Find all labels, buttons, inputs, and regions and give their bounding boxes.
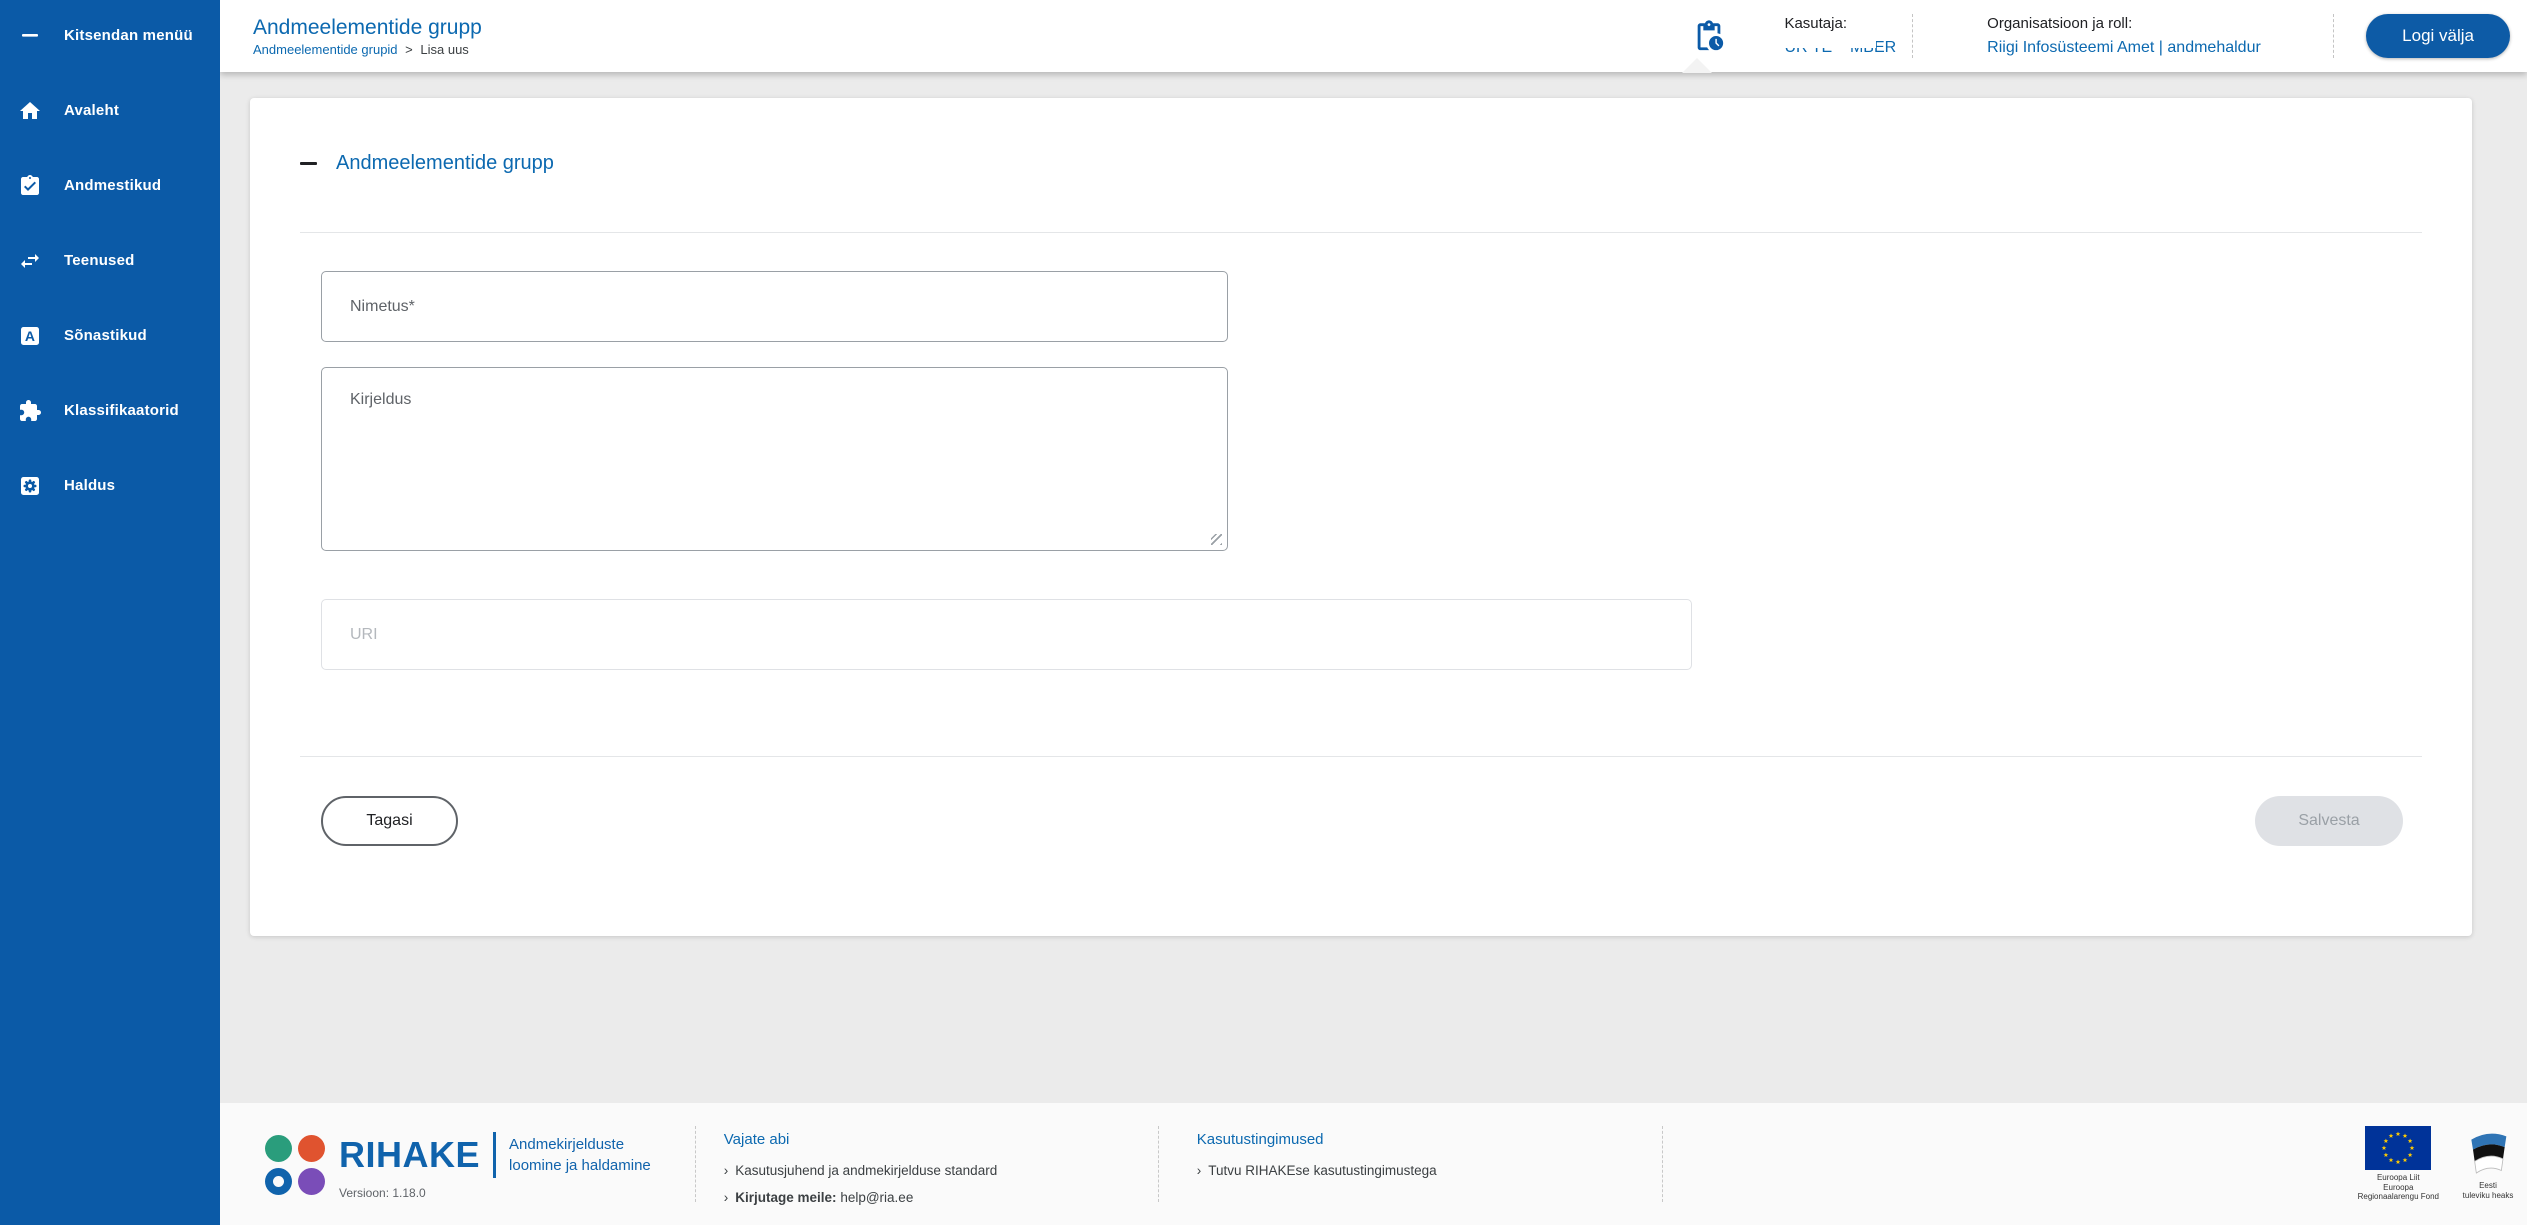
sidebar-collapse-label: Kitsendan menüü: [64, 26, 193, 44]
clipboard-check-icon: [18, 174, 42, 198]
logo-circle-purple: [298, 1168, 325, 1195]
divider: [300, 232, 2422, 233]
pending-actions-icon[interactable]: [1692, 18, 1726, 54]
puzzle-icon: [18, 399, 42, 423]
help-link-manual[interactable]: › Kasutusjuhend ja andmekirjelduse standa…: [724, 1157, 1130, 1184]
description-field: [321, 367, 1228, 551]
rihake-logo-circles: [265, 1135, 325, 1195]
title-block: Andmeelementide grupp Andmeelementide gr…: [253, 17, 482, 56]
user-label: Kasutaja:: [1784, 15, 1847, 33]
brand-name: RIHAKE: [339, 1134, 481, 1175]
section-header[interactable]: Andmeelementide grupp: [300, 98, 2422, 175]
sidebar-item-label: Teenused: [64, 252, 135, 269]
rihake-logo: RIHAKE Andmekirjelduste loomine ja halda…: [265, 1128, 651, 1200]
sidebar-item-andmestikud[interactable]: Andmestikud: [0, 148, 220, 223]
brand-tagline: Andmekirjelduste loomine ja haldamine: [509, 1136, 651, 1174]
collapse-section-icon: [300, 162, 317, 165]
org-value: Riigi Infosüsteemi Amet | andmehaldur: [1987, 39, 2261, 57]
letter-a-icon: A: [18, 324, 42, 348]
breadcrumb-parent-link[interactable]: Andmeelementide grupid: [253, 42, 398, 57]
section-title: Andmeelementide grupp: [336, 152, 554, 174]
sidebar-item-label: Avaleht: [64, 102, 120, 119]
breadcrumb: Andmeelementide grupid > Lisa uus: [253, 43, 482, 56]
sidebar-item-klassifikaatorid[interactable]: Klassifikaatorid: [0, 373, 220, 448]
topbar-right: Kasutaja: UR TE MBER Organisatsioon ja r…: [1692, 14, 2510, 58]
user-name: UR TE MBER: [1782, 35, 1896, 57]
name-input[interactable]: [322, 272, 1227, 341]
uri-input[interactable]: [322, 600, 1691, 669]
estonia-flag-logo: Eesti tuleviku heaks: [2459, 1128, 2517, 1200]
form-card: Andmeelementide grupp Tagasi Salvesta: [250, 98, 2472, 936]
uri-field: [321, 599, 1692, 670]
sidebar-collapse-button[interactable]: Kitsendan menüü: [0, 0, 220, 70]
content-area: Andmeelementide grupp Tagasi Salvesta: [220, 72, 2527, 1103]
actions-row: Tagasi Salvesta: [321, 796, 2403, 846]
breadcrumb-current: Lisa uus: [420, 41, 469, 57]
version-text: Versioon: 1.18.0: [339, 1186, 426, 1200]
footer-divider: [694, 1126, 696, 1202]
logo-circle-teal: [265, 1135, 292, 1162]
home-icon: [18, 99, 42, 123]
redaction-mask: [1782, 35, 1877, 49]
name-field: [321, 271, 1228, 342]
sidebar-item-avaleht[interactable]: Avaleht: [0, 73, 220, 148]
sidebar-item-label: Sõnastikud: [64, 327, 147, 344]
logo-circle-orange: [298, 1135, 325, 1162]
breadcrumb-separator: >: [405, 41, 413, 57]
top-bar: Andmeelementide grupp Andmeelementide gr…: [220, 0, 2527, 73]
footer: RIHAKE Andmekirjelduste loomine ja halda…: [220, 1103, 2527, 1225]
sidebar-item-haldus[interactable]: Haldus: [0, 448, 220, 523]
terms-title: Kasutustingimused: [1196, 1131, 1324, 1148]
user-block: Kasutaja: UR TE MBER: [1782, 15, 1896, 57]
sidebar: Kitsendan menüü Avaleht Andmestikud Teen…: [0, 0, 220, 1225]
save-button[interactable]: Salvesta: [2255, 796, 2403, 846]
collapse-menu-icon: [18, 23, 42, 47]
brand-divider: [493, 1132, 497, 1178]
help-link-email[interactable]: › Kirjutage meile: help@ria.ee: [724, 1184, 1130, 1211]
footer-terms-block: Kasutustingimused › Tutvu RIHAKEse kasutu…: [1197, 1131, 1602, 1184]
footer-divider: [1157, 1126, 1159, 1202]
resize-handle[interactable]: [1211, 534, 1222, 545]
main-area: Andmeelementide grupp Andmeelementide gr…: [220, 0, 2527, 1225]
page-title: Andmeelementide grupp: [253, 15, 482, 39]
back-button[interactable]: Tagasi: [321, 796, 458, 846]
footer-divider: [1661, 1126, 1663, 1202]
divider: [300, 756, 2422, 757]
tooltip-arrow: [1682, 58, 1712, 73]
svg-text:A: A: [25, 328, 35, 344]
sidebar-item-label: Klassifikaatorid: [64, 402, 179, 419]
sidebar-item-sonastikud[interactable]: A Sõnastikud: [0, 298, 220, 373]
eu-flag-logo: Euroopa Liit Euroopa Regionaalarengu Fon…: [2358, 1126, 2439, 1202]
topbar-divider: [2333, 14, 2335, 58]
topbar-divider: [1912, 14, 1914, 58]
footer-help-block: Vajate abi › Kasutusjuhend ja andmekirjel…: [724, 1131, 1130, 1211]
help-title: Vajate abi: [723, 1131, 790, 1148]
gear-box-icon: [18, 474, 42, 498]
swap-arrows-icon: [18, 249, 42, 273]
org-label: Organisatsioon ja roll:: [1987, 15, 2133, 33]
terms-link[interactable]: › Tutvu RIHAKEse kasutustingimustega: [1197, 1157, 1602, 1184]
sidebar-item-label: Andmestikud: [64, 177, 162, 194]
logo-circle-blue: [265, 1168, 292, 1195]
org-block: Organisatsioon ja roll: Riigi Infosüstee…: [1987, 15, 2317, 57]
logout-button[interactable]: Logi välja: [2366, 14, 2510, 58]
sidebar-item-teenused[interactable]: Teenused: [0, 223, 220, 298]
description-textarea[interactable]: [322, 368, 1227, 550]
sidebar-item-label: Haldus: [64, 477, 116, 494]
